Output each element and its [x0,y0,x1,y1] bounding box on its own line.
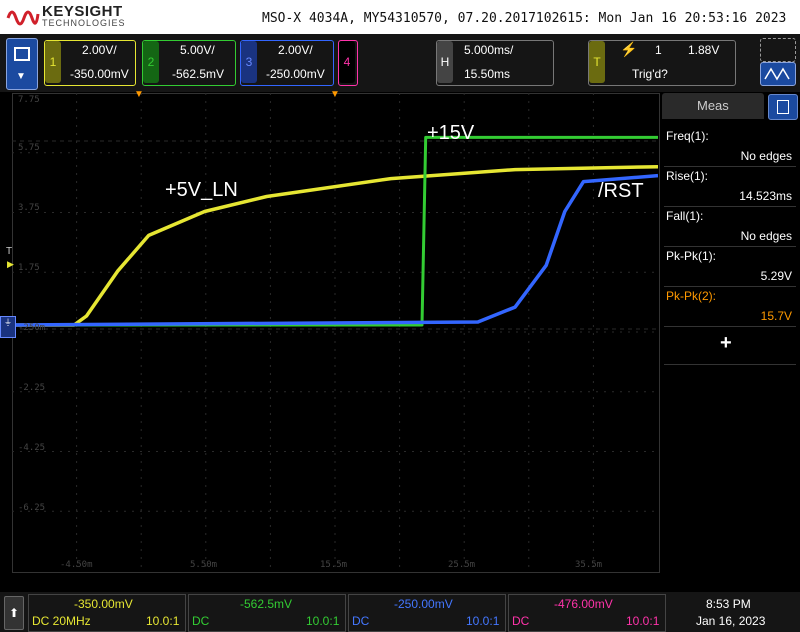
divider [664,166,796,167]
annotation-plus5v-ln: +5V_LN [165,179,238,201]
channel-1-status-coupling: DC 20MHz [32,614,91,628]
horizontal-position: 15.50ms [464,67,511,81]
divider [664,326,796,327]
rising-edge-icon: ⚡ [620,41,638,57]
channel-4-number: 4 [339,41,355,83]
meas-value-fall: No edges [740,229,792,243]
y-tick: 1.75 [18,263,40,273]
clock-date: Jan 16, 2023 [696,614,766,628]
divider [664,206,796,207]
meas-label-freq: Freq(1): [666,129,709,143]
channel-3-scale: 2.00V/ [278,43,313,57]
y-tick: -4.25 [18,443,46,453]
channel-3-status-coupling: DC [352,614,370,628]
add-measurement-button[interactable]: + [720,332,732,355]
divider [664,364,796,365]
chevron-down-icon: ▼ [16,71,26,82]
channel-2-status-coupling: DC [192,614,210,628]
annotation-plus15v: +15V [427,122,475,144]
trigger-level: 1.88V [688,43,720,57]
grid [12,93,658,571]
divider [664,286,796,287]
channel-1-offset: -350.00mV [70,67,129,81]
x-tick: 35.5m [575,560,603,570]
trigger-time-marker-icon[interactable]: ▼ [134,89,144,100]
meas-value-pkpk2: 15.7V [760,309,792,323]
y-tick: -250m [18,323,46,333]
keysight-logo-icon [6,10,40,26]
x-tick: 25.5m [448,560,476,570]
clock-time: 8:53 PM [706,597,751,611]
model-info: MSO-X 4034A, MY54310570, 07.20.201710261… [262,11,787,26]
waveform-icon [764,67,790,81]
trigger-channel: 1 [655,43,662,57]
autoscale-button[interactable] [760,62,796,86]
zoom-icon[interactable] [760,38,796,62]
channel-2-scale: 5.00V/ [180,43,215,57]
x-tick: -4.50m [60,560,93,570]
x-tick: 5.50m [190,560,218,570]
meas-value-rise: 14.523ms [739,189,792,203]
channel-3-status-offset: -250.00mV [394,597,453,611]
meas-label-pkpk2: Pk-Pk(2): [666,289,717,303]
time-reference-marker-icon[interactable]: ▼ [330,89,340,100]
trigger-level-marker-label: T [6,246,13,257]
brand-subtitle: TECHNOLOGIES [42,18,126,28]
meas-value-freq: No edges [740,149,792,163]
channel-3-status-probe: 10.0:1 [466,614,500,628]
channel-3-number: 3 [241,41,257,83]
channel-2-status-probe: 10.0:1 [306,614,340,628]
horizontal-label: H [437,41,453,83]
arrow-up-icon[interactable]: ⬆ [4,596,24,630]
x-tick: 15.5m [320,560,348,570]
channel-3-offset: -250.00mV [266,67,325,81]
channel-1-status-offset: -350.00mV [74,597,133,611]
meas-value-pkpk1: 5.29V [760,269,792,283]
channel-1-number: 1 [45,41,61,83]
ground-reference-icon[interactable]: ⏚ [0,316,16,338]
horizontal-scale: 5.000ms/ [464,43,514,57]
meas-label-rise: Rise(1): [666,169,709,183]
menu-button[interactable]: ▼ [6,38,38,90]
y-tick: 7.75 [18,95,40,105]
y-tick: 3.75 [18,203,40,213]
channel-4-status-probe: 10.0:1 [626,614,660,628]
trigger-level-arrow-icon[interactable]: ▶ [7,259,14,270]
y-tick: -6.25 [18,503,46,513]
channel-1-scale: 2.00V/ [82,43,117,57]
waveform-plot [12,93,658,571]
annotation-rst: /RST [598,180,644,202]
channel-4-status-coupling: DC [512,614,530,628]
menu-icon [14,47,30,61]
channel-4-status-offset: -476.00mV [554,597,613,611]
channel-2-number: 2 [143,41,159,83]
trigger-label: T [589,41,605,83]
meas-label-pkpk1: Pk-Pk(1): [666,249,717,263]
trigger-status: Trig'd? [632,67,668,81]
channel-2-offset: -562.5mV [172,67,225,81]
meas-title: Meas [697,98,729,113]
meas-list-icon[interactable] [768,94,798,120]
y-tick: 5.75 [18,143,40,153]
y-tick: -2.25 [18,383,46,393]
channel-1-status-probe: 10.0:1 [146,614,180,628]
divider [664,246,796,247]
meas-label-fall: Fall(1): [666,209,704,223]
channel-2-status-offset: -562.5mV [240,597,293,611]
